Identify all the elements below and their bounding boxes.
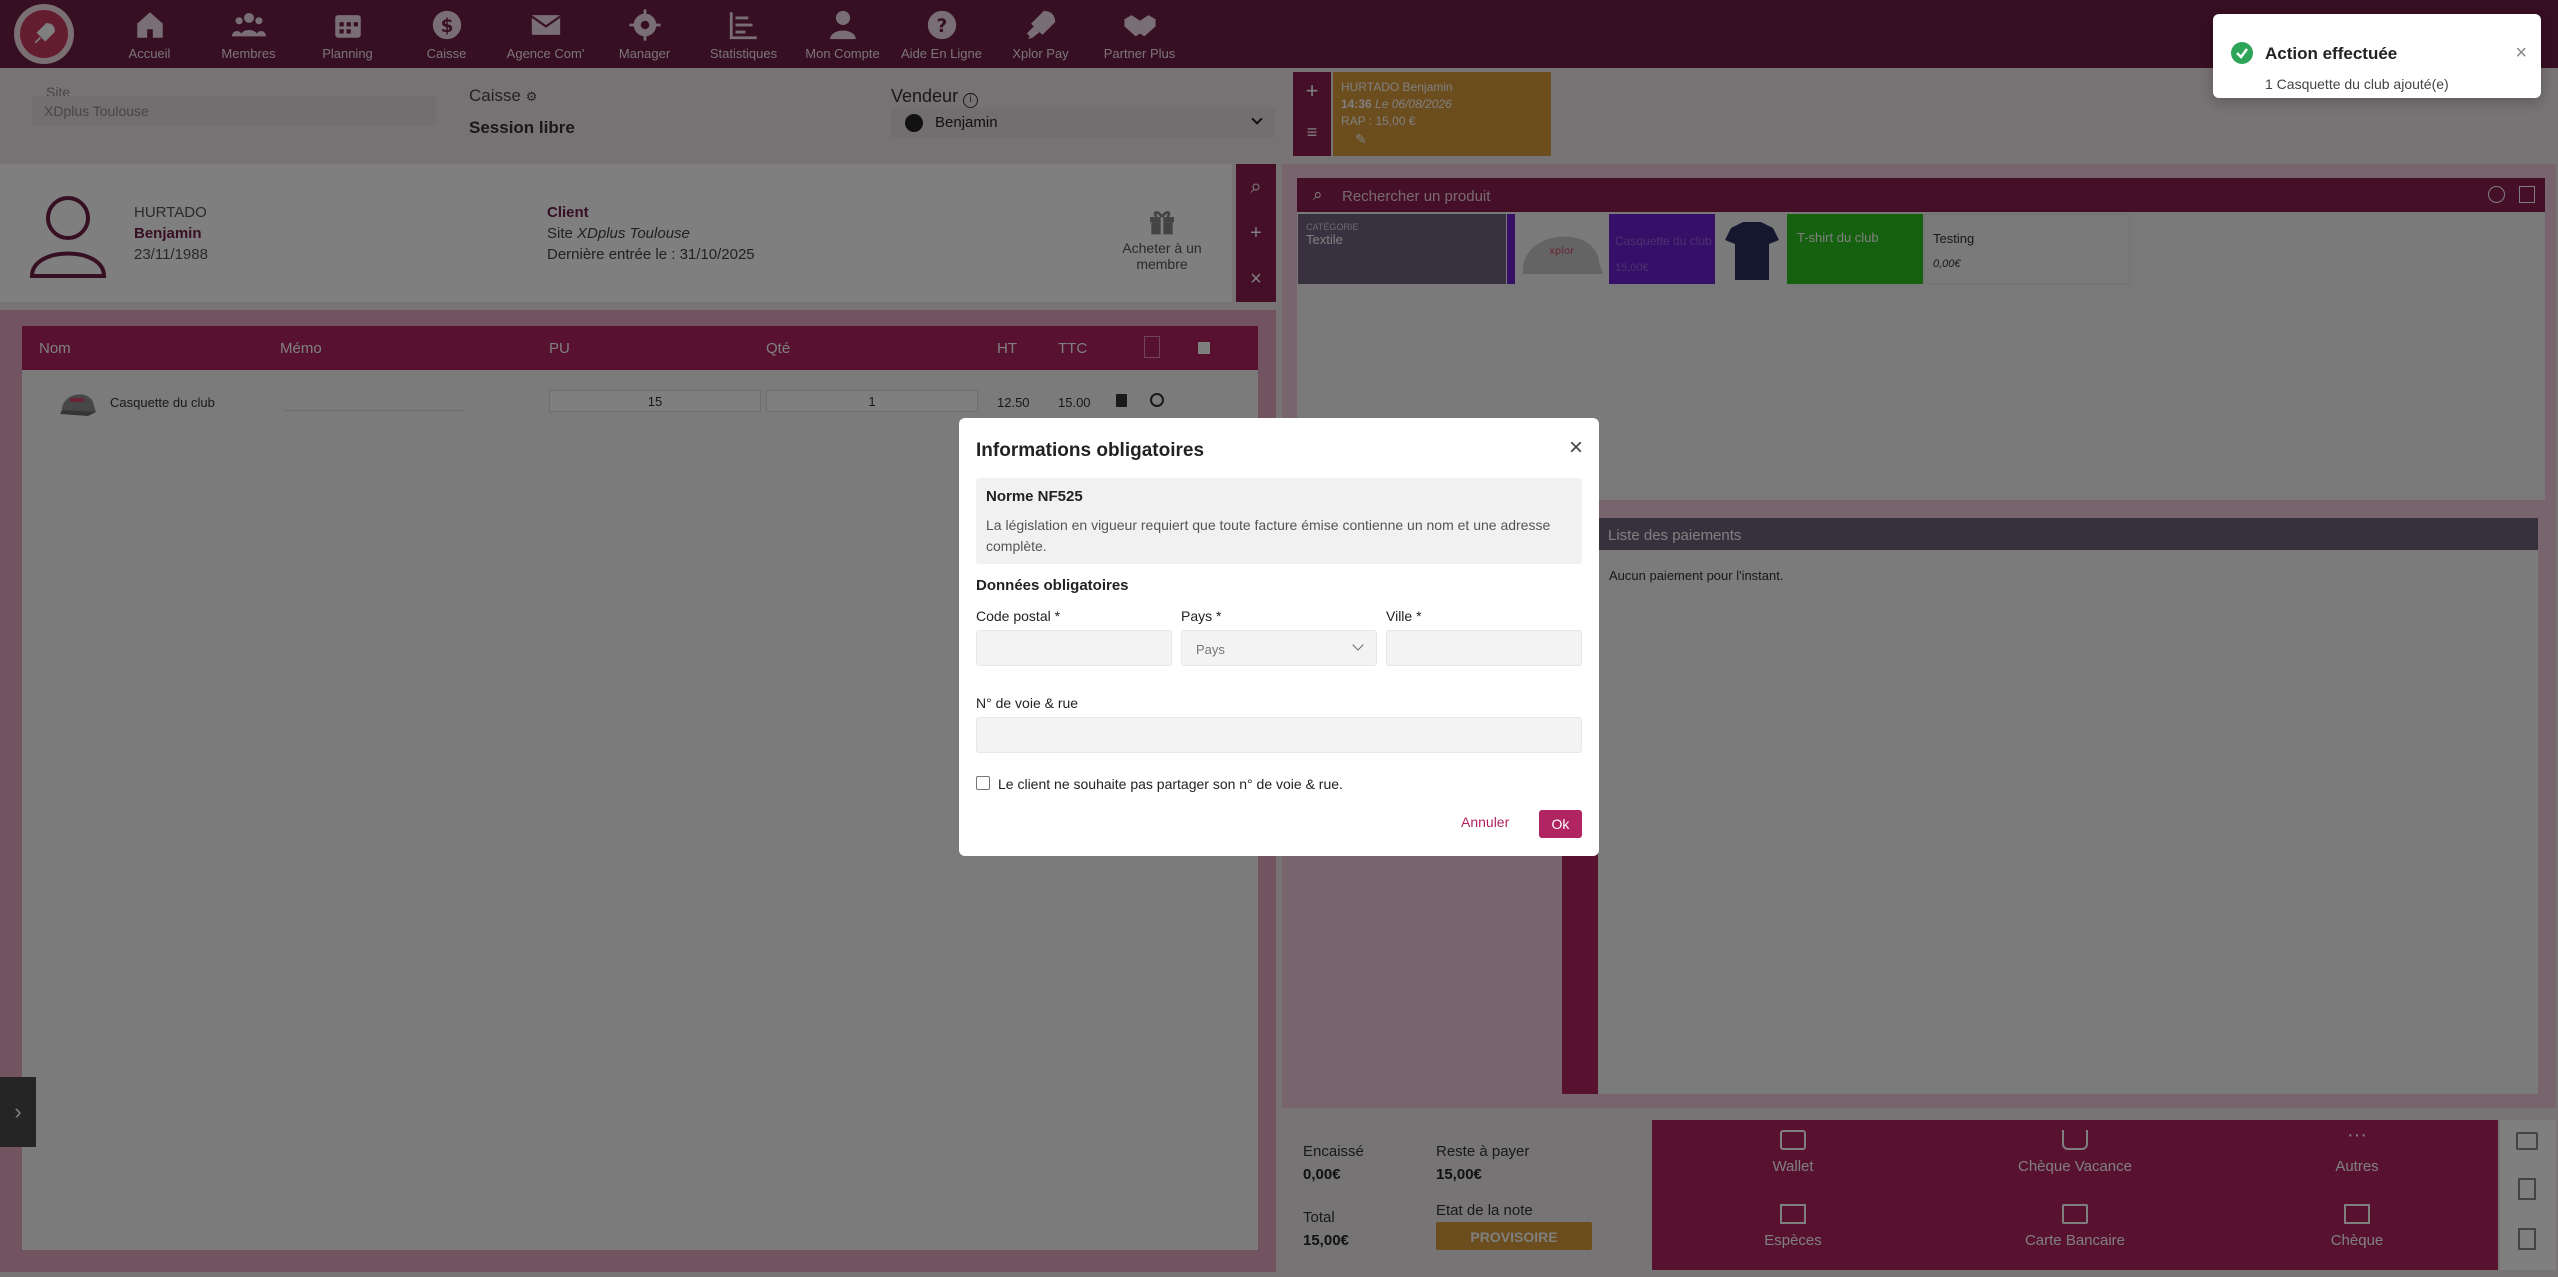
- no-street-label: Le client ne souhaite pas partager son n…: [998, 776, 1343, 792]
- check-circle-icon: [2231, 42, 2253, 64]
- section-title: Données obligatoires: [976, 577, 1129, 594]
- close-icon[interactable]: ×: [1569, 436, 1583, 460]
- mandatory-info-dialog: Informations obligatoires × Norme NF525 …: [959, 418, 1599, 856]
- close-icon[interactable]: ×: [2515, 42, 2527, 65]
- toast-title: Action effectuée: [2265, 44, 2398, 63]
- country-select[interactable]: Pays: [1181, 630, 1377, 666]
- street-label: N° de voie & rue: [976, 695, 1079, 711]
- country-placeholder: Pays: [1196, 642, 1225, 657]
- norm-notice: Norme NF525 La législation en vigueur re…: [976, 478, 1582, 564]
- chevron-down-icon: [1352, 639, 1364, 651]
- no-street-checkbox[interactable]: [976, 776, 990, 790]
- toast-message: 1 Casquette du club ajouté(e): [2265, 76, 2449, 92]
- street-input[interactable]: [976, 717, 1582, 753]
- dialog-title: Informations obligatoires: [976, 440, 1205, 461]
- country-label: Pays *: [1181, 608, 1222, 624]
- postal-code-input[interactable]: [976, 630, 1172, 666]
- cancel-button[interactable]: Annuler: [1461, 814, 1509, 830]
- city-label: Ville *: [1386, 608, 1422, 624]
- norm-title: Norme NF525: [986, 488, 1083, 505]
- success-toast: Action effectuée 1 Casquette du club ajo…: [2213, 14, 2541, 98]
- city-input[interactable]: [1386, 630, 1582, 666]
- norm-text: La législation en vigueur requiert que t…: [986, 517, 1551, 554]
- ok-button[interactable]: Ok: [1539, 810, 1582, 838]
- postal-code-label: Code postal *: [976, 608, 1061, 624]
